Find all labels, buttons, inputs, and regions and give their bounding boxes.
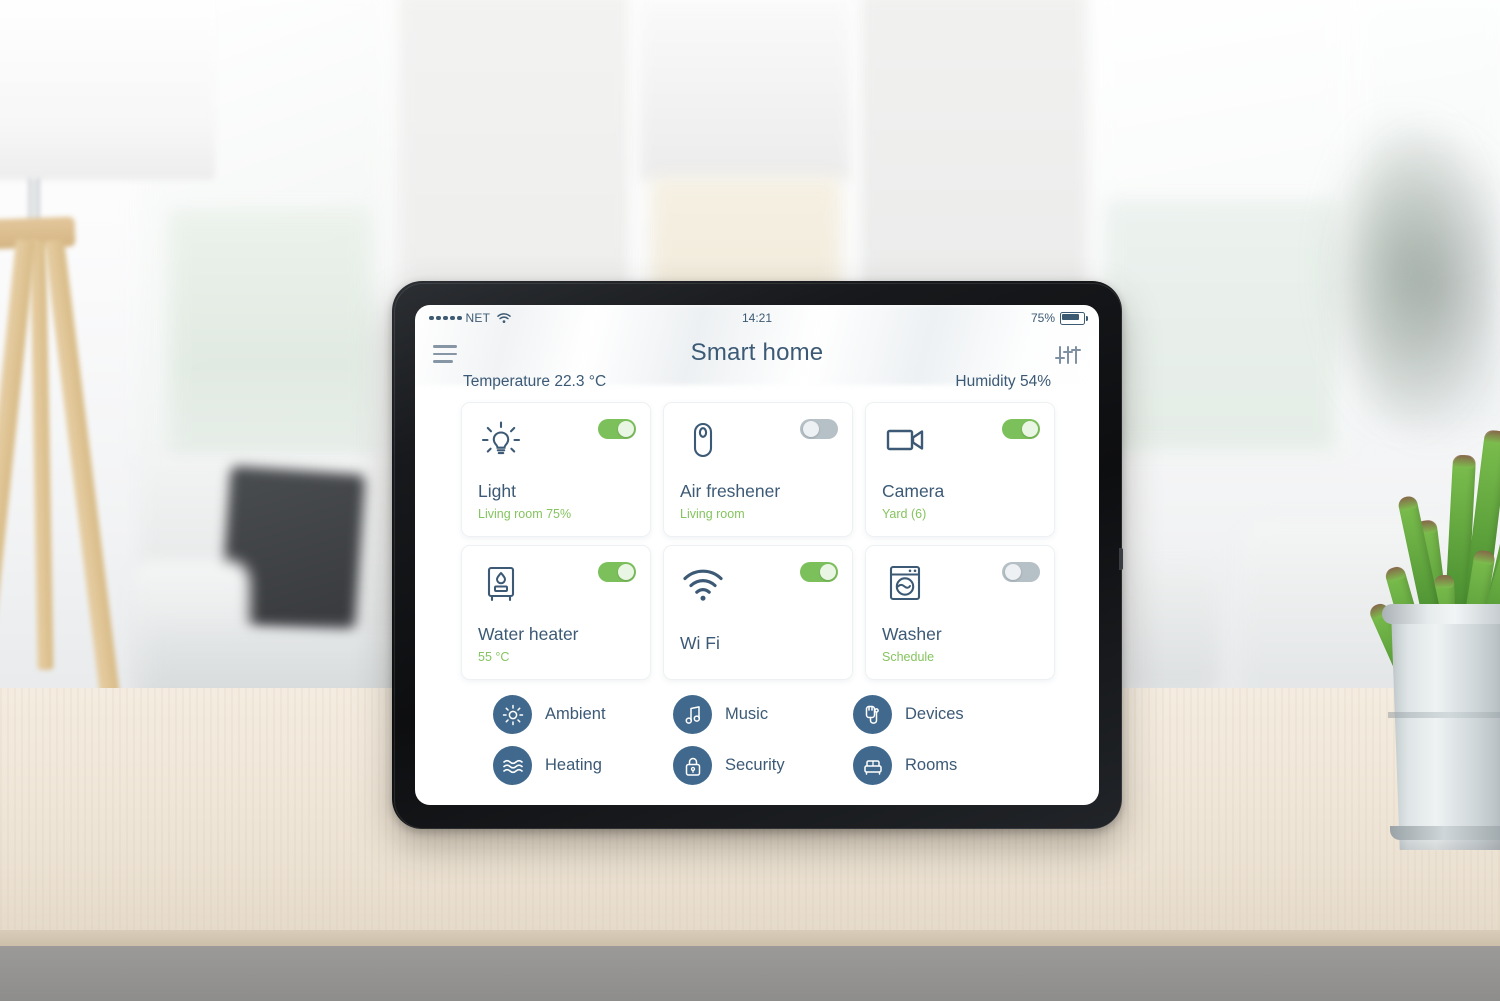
waves-icon [493,746,532,785]
device-title: Water heater [478,623,579,644]
device-card-grid: Light Living room 75% Air freshener Livi… [461,402,1055,680]
device-subtitle: Living room 75% [478,506,572,521]
tablet-power-button[interactable] [1119,548,1123,570]
menu-label: Devices [905,705,964,723]
plug-icon [853,695,892,734]
washing-machine-icon [882,560,928,606]
device-card-wifi[interactable]: Wi Fi [663,545,853,680]
toggle-water-heater[interactable] [598,562,636,582]
air-freshener-icon [680,417,726,463]
floor-lamp-neck [28,178,40,223]
device-card-washer[interactable]: Washer Schedule [865,545,1055,680]
device-subtitle: 55 °C [478,649,510,664]
battery-icon [1060,311,1088,325]
floor-lamp-shade [0,0,215,180]
furniture-icon [853,746,892,785]
menu-item-rooms[interactable]: Rooms [853,746,1033,785]
sun-icon [493,695,532,734]
device-title: Wi Fi [680,632,720,653]
toggle-light[interactable] [598,419,636,439]
toggle-wifi[interactable] [800,562,838,582]
device-card-air-freshener[interactable]: Air freshener Living room [663,402,853,537]
device-subtitle: Yard (6) [882,506,927,521]
toggle-air-freshener[interactable] [800,419,838,439]
menu-label: Heating [545,756,602,774]
window-blind [640,0,850,180]
menu-label: Music [725,705,769,723]
bucket-rim [1382,604,1500,624]
status-bar-time: 14:21 [741,311,773,325]
video-camera-icon [882,417,928,463]
lock-icon [673,746,712,785]
device-card-camera[interactable]: Camera Yard (6) [865,402,1055,537]
menu-item-security[interactable]: Security [673,746,853,785]
device-card-water-heater[interactable]: Water heater 55 °C [461,545,651,680]
wifi-icon [680,560,726,606]
music-note-icon [673,695,712,734]
device-subtitle: Schedule [882,649,935,664]
page-title: Smart home [690,339,824,366]
status-bar: NET 14:21 75% [415,305,1099,331]
water-heater-icon [478,560,524,606]
humidity-reading: Humidity 54% [955,373,1051,390]
device-title: Air freshener [680,480,781,501]
battery-percent-label: 75% [1030,311,1055,325]
device-subtitle: Living room [680,506,745,521]
menu-label: Security [725,756,785,774]
table-front-face [0,946,1500,1001]
device-title: Camera [882,480,945,501]
equalizer-sliders-icon[interactable] [1055,344,1081,366]
bucket-base [1390,826,1500,840]
device-card-light[interactable]: Light Living room 75% [461,402,651,537]
sensor-readings-row: Temperature 22.3 °C Humidity 54% [415,373,1099,391]
tablet-screen: NET 14:21 75% Smart home Temperature 22.… [415,305,1099,805]
menu-item-devices[interactable]: Devices [853,695,1033,734]
device-title: Light [478,480,516,501]
temperature-reading: Temperature 22.3 °C [463,373,607,390]
menu-item-music[interactable]: Music [673,695,853,734]
bucket-band [1388,712,1500,718]
device-title: Washer [882,623,942,644]
lightbulb-icon [478,417,524,463]
menu-item-heating[interactable]: Heating [493,746,673,785]
toggle-camera[interactable] [1002,419,1040,439]
menu-label: Ambient [545,705,606,723]
toggle-washer[interactable] [1002,562,1040,582]
window-right-glass [1105,200,1335,450]
window-left-glass [170,210,370,470]
bottom-menu: Ambient Music Devices Heating Security R… [493,695,1033,785]
armchair-arm [1130,565,1220,695]
metal-bucket-pot [1391,610,1500,850]
status-bar-right: 75% [1030,311,1088,325]
menu-label: Rooms [905,756,958,774]
menu-item-ambient[interactable]: Ambient [493,695,673,734]
